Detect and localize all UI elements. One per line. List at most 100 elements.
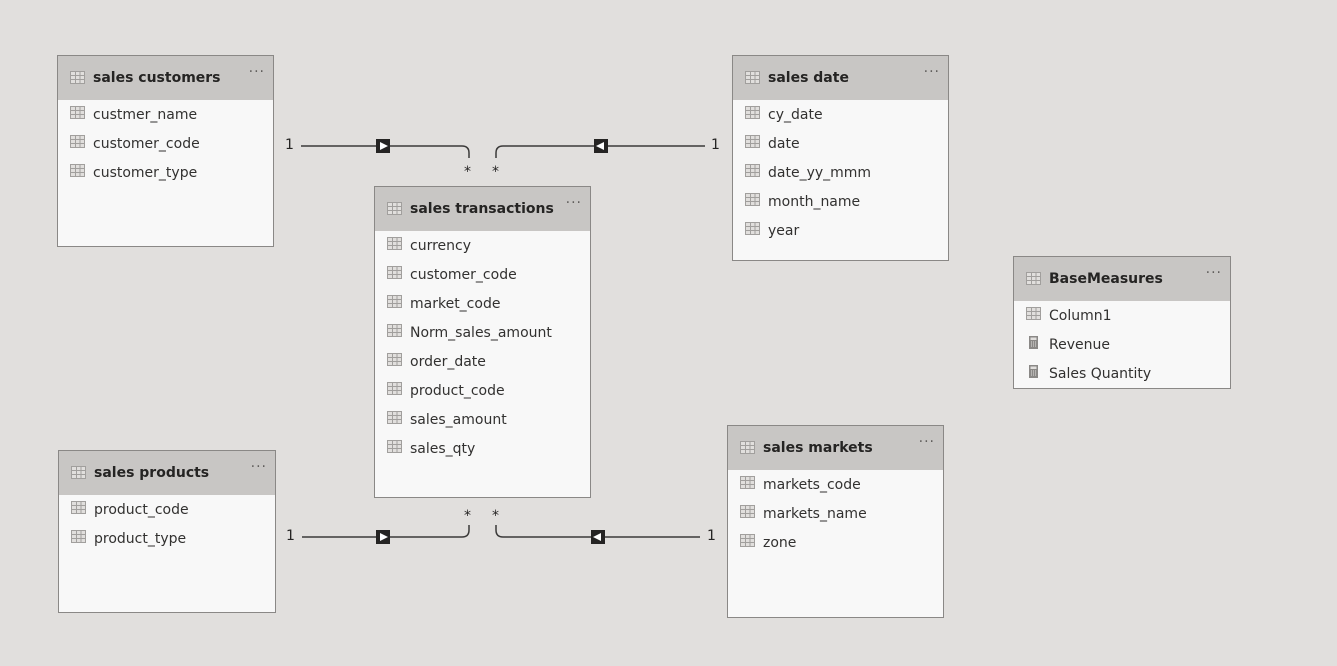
cardinality-many: * bbox=[492, 508, 499, 524]
field-row[interactable]: product_code bbox=[59, 495, 275, 524]
field-row[interactable]: year bbox=[733, 216, 948, 245]
field-row[interactable]: month_name bbox=[733, 187, 948, 216]
column-icon bbox=[70, 106, 85, 123]
field-row[interactable]: zone bbox=[728, 528, 943, 557]
field-row[interactable]: sales_qty bbox=[375, 434, 590, 463]
column-icon bbox=[745, 164, 760, 181]
column-icon bbox=[71, 530, 86, 547]
table-header[interactable]: sales customers ··· bbox=[58, 56, 273, 100]
cardinality-many: * bbox=[492, 164, 499, 180]
field-row[interactable]: product_code bbox=[375, 376, 590, 405]
column-icon bbox=[387, 237, 402, 254]
table-icon bbox=[740, 439, 755, 458]
field-name: customer_code bbox=[93, 135, 200, 152]
table-title: sales markets bbox=[763, 440, 873, 456]
column-icon bbox=[387, 295, 402, 312]
column-icon bbox=[387, 266, 402, 283]
field-name: markets_name bbox=[763, 505, 867, 522]
field-row[interactable]: Sales Quantity bbox=[1014, 359, 1230, 388]
field-name: product_type bbox=[94, 530, 187, 547]
field-row[interactable]: date_yy_mmm bbox=[733, 158, 948, 187]
field-name: date bbox=[768, 135, 800, 152]
column-icon bbox=[70, 164, 85, 181]
field-name: customer_code bbox=[410, 266, 517, 283]
field-row[interactable]: custmer_name bbox=[58, 100, 273, 129]
table-card-basemeasures[interactable]: BaseMeasures ··· Column1 Revenue Sales Quant… bbox=[1013, 256, 1231, 389]
more-options-button[interactable]: ··· bbox=[919, 434, 935, 450]
column-icon bbox=[745, 193, 760, 210]
table-icon bbox=[745, 69, 760, 88]
field-name: cy_date bbox=[768, 106, 823, 123]
field-name: sales_amount bbox=[410, 411, 507, 428]
cardinality-many: * bbox=[464, 508, 471, 524]
more-options-button[interactable]: ··· bbox=[251, 459, 267, 475]
table-icon bbox=[387, 200, 402, 219]
field-name: month_name bbox=[768, 193, 861, 210]
field-name: Revenue bbox=[1049, 336, 1110, 353]
table-icon bbox=[1026, 270, 1041, 289]
more-options-button[interactable]: ··· bbox=[1206, 265, 1222, 281]
table-header[interactable]: sales markets ··· bbox=[728, 426, 943, 470]
table-header[interactable]: sales date ··· bbox=[733, 56, 948, 100]
field-name: Norm_sales_amount bbox=[410, 324, 552, 341]
field-row[interactable]: cy_date bbox=[733, 100, 948, 129]
column-icon bbox=[387, 324, 402, 341]
table-header[interactable]: sales transactions ··· bbox=[375, 187, 590, 231]
field-row[interactable]: market_code bbox=[375, 289, 590, 318]
column-icon bbox=[387, 411, 402, 428]
column-icon bbox=[745, 135, 760, 152]
field-row[interactable]: customer_code bbox=[375, 260, 590, 289]
field-row[interactable]: sales_amount bbox=[375, 405, 590, 434]
field-name: date_yy_mmm bbox=[768, 164, 872, 181]
table-card-customers[interactable]: sales customers ··· custmer_name customer_c… bbox=[57, 55, 274, 247]
field-name: Sales Quantity bbox=[1049, 365, 1152, 382]
field-row[interactable]: Revenue bbox=[1014, 330, 1230, 359]
cardinality-one: 1 bbox=[286, 528, 295, 544]
table-icon bbox=[71, 464, 86, 483]
field-row[interactable]: date bbox=[733, 129, 948, 158]
column-icon bbox=[70, 135, 85, 152]
calculator-icon bbox=[1026, 365, 1041, 382]
table-header[interactable]: BaseMeasures ··· bbox=[1014, 257, 1230, 301]
field-name: markets_code bbox=[763, 476, 861, 493]
column-icon bbox=[745, 222, 760, 239]
field-name: market_code bbox=[410, 295, 501, 312]
column-icon bbox=[387, 440, 402, 457]
field-row[interactable]: customer_type bbox=[58, 158, 273, 187]
field-name: custmer_name bbox=[93, 106, 198, 123]
column-icon bbox=[745, 106, 760, 123]
cardinality-one: 1 bbox=[285, 137, 294, 153]
cardinality-one: 1 bbox=[711, 137, 720, 153]
field-row[interactable]: markets_name bbox=[728, 499, 943, 528]
column-icon bbox=[1026, 307, 1041, 324]
table-card-transactions[interactable]: sales transactions ··· currency customer_co… bbox=[374, 186, 591, 498]
table-card-date[interactable]: sales date ··· cy_datedate date_yy_mmmmonth… bbox=[732, 55, 949, 261]
field-row[interactable]: customer_code bbox=[58, 129, 273, 158]
field-name: product_code bbox=[410, 382, 505, 399]
field-name: customer_type bbox=[93, 164, 198, 181]
more-options-button[interactable]: ··· bbox=[249, 64, 265, 80]
table-title: BaseMeasures bbox=[1049, 271, 1163, 287]
more-options-button[interactable]: ··· bbox=[924, 64, 940, 80]
field-name: zone bbox=[763, 534, 797, 551]
field-row[interactable]: currency bbox=[375, 231, 590, 260]
field-row[interactable]: product_type bbox=[59, 524, 275, 553]
table-title: sales date bbox=[768, 70, 849, 86]
field-name: currency bbox=[410, 237, 471, 254]
cardinality-one: 1 bbox=[707, 528, 716, 544]
more-options-button[interactable]: ··· bbox=[566, 195, 582, 211]
field-row[interactable]: Norm_sales_amount bbox=[375, 318, 590, 347]
calculator-icon bbox=[1026, 336, 1041, 353]
field-name: sales_qty bbox=[410, 440, 476, 457]
table-icon bbox=[70, 69, 85, 88]
table-card-markets[interactable]: sales markets ··· markets_code markets_name… bbox=[727, 425, 944, 618]
field-name: year bbox=[768, 222, 800, 239]
field-row[interactable]: markets_code bbox=[728, 470, 943, 499]
table-title: sales customers bbox=[93, 70, 221, 86]
table-header[interactable]: sales products ··· bbox=[59, 451, 275, 495]
field-row[interactable]: order_date bbox=[375, 347, 590, 376]
column-icon bbox=[740, 476, 755, 493]
field-row[interactable]: Column1 bbox=[1014, 301, 1230, 330]
table-card-products[interactable]: sales products ··· product_code product_typ… bbox=[58, 450, 276, 613]
column-icon bbox=[387, 382, 402, 399]
